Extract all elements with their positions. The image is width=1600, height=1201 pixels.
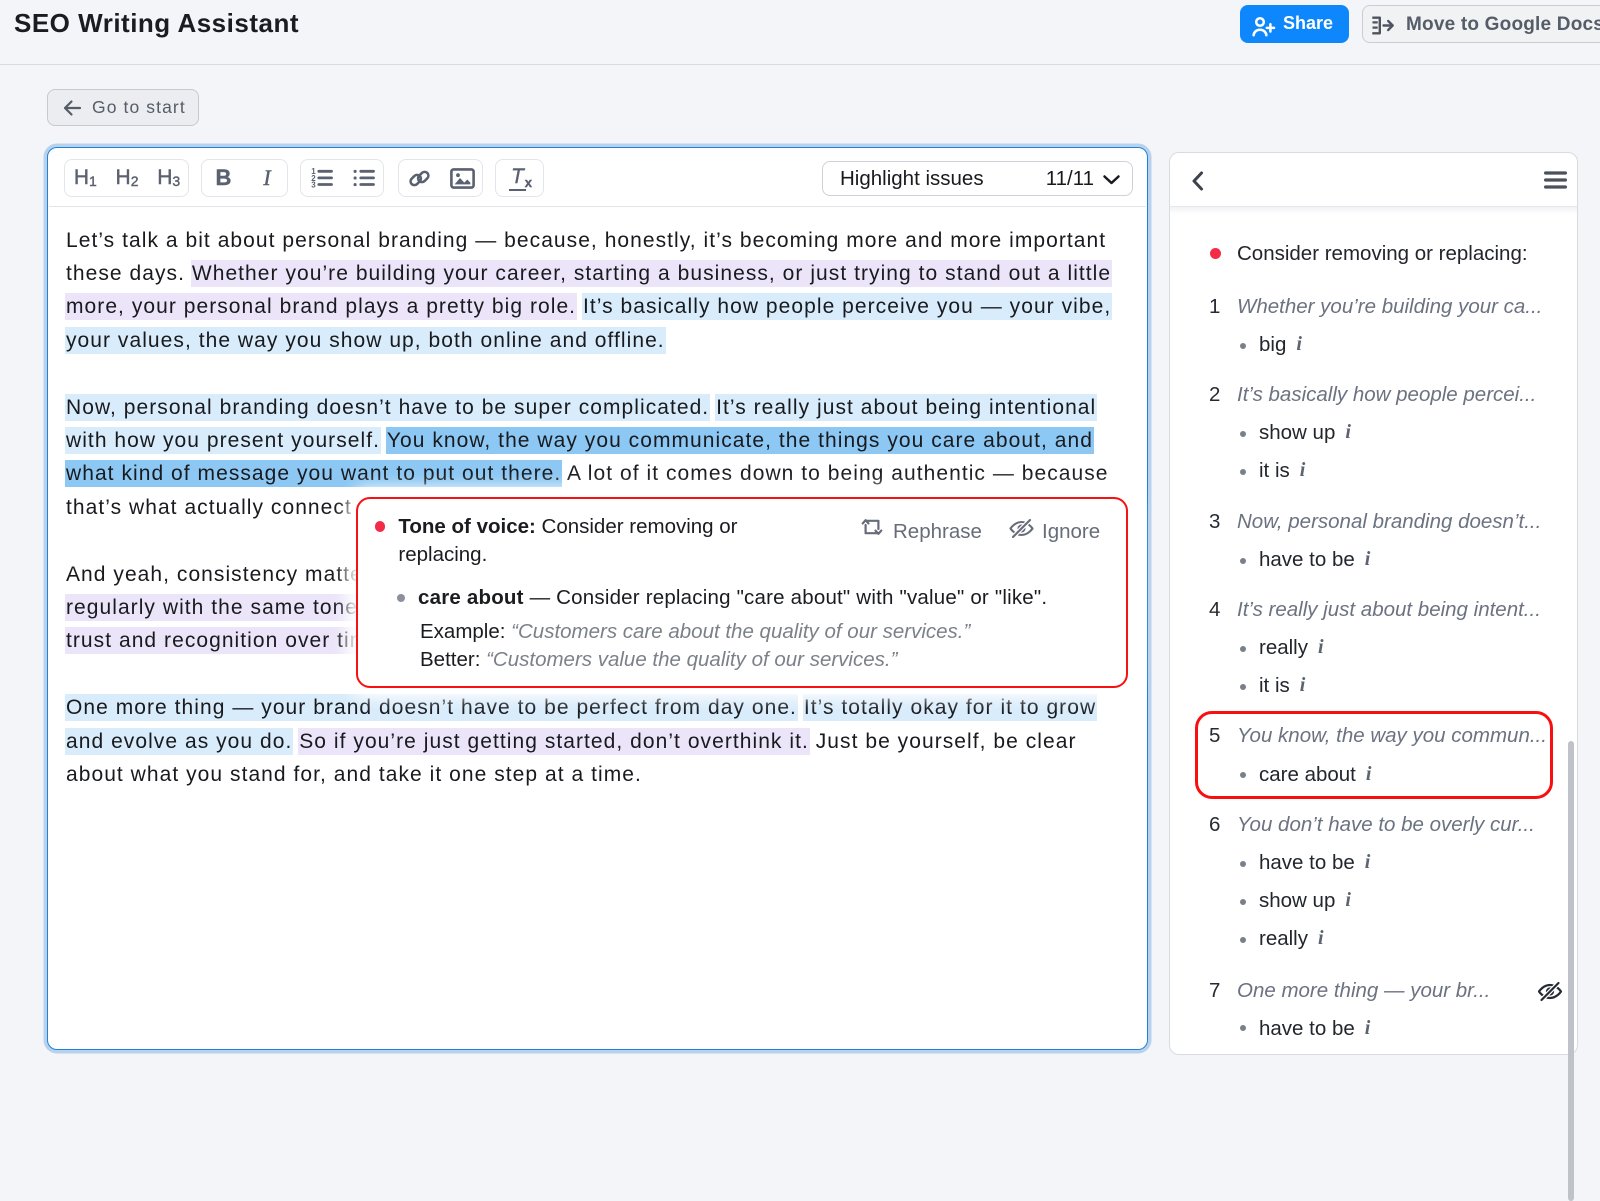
svg-text:3: 3 — [311, 180, 316, 189]
